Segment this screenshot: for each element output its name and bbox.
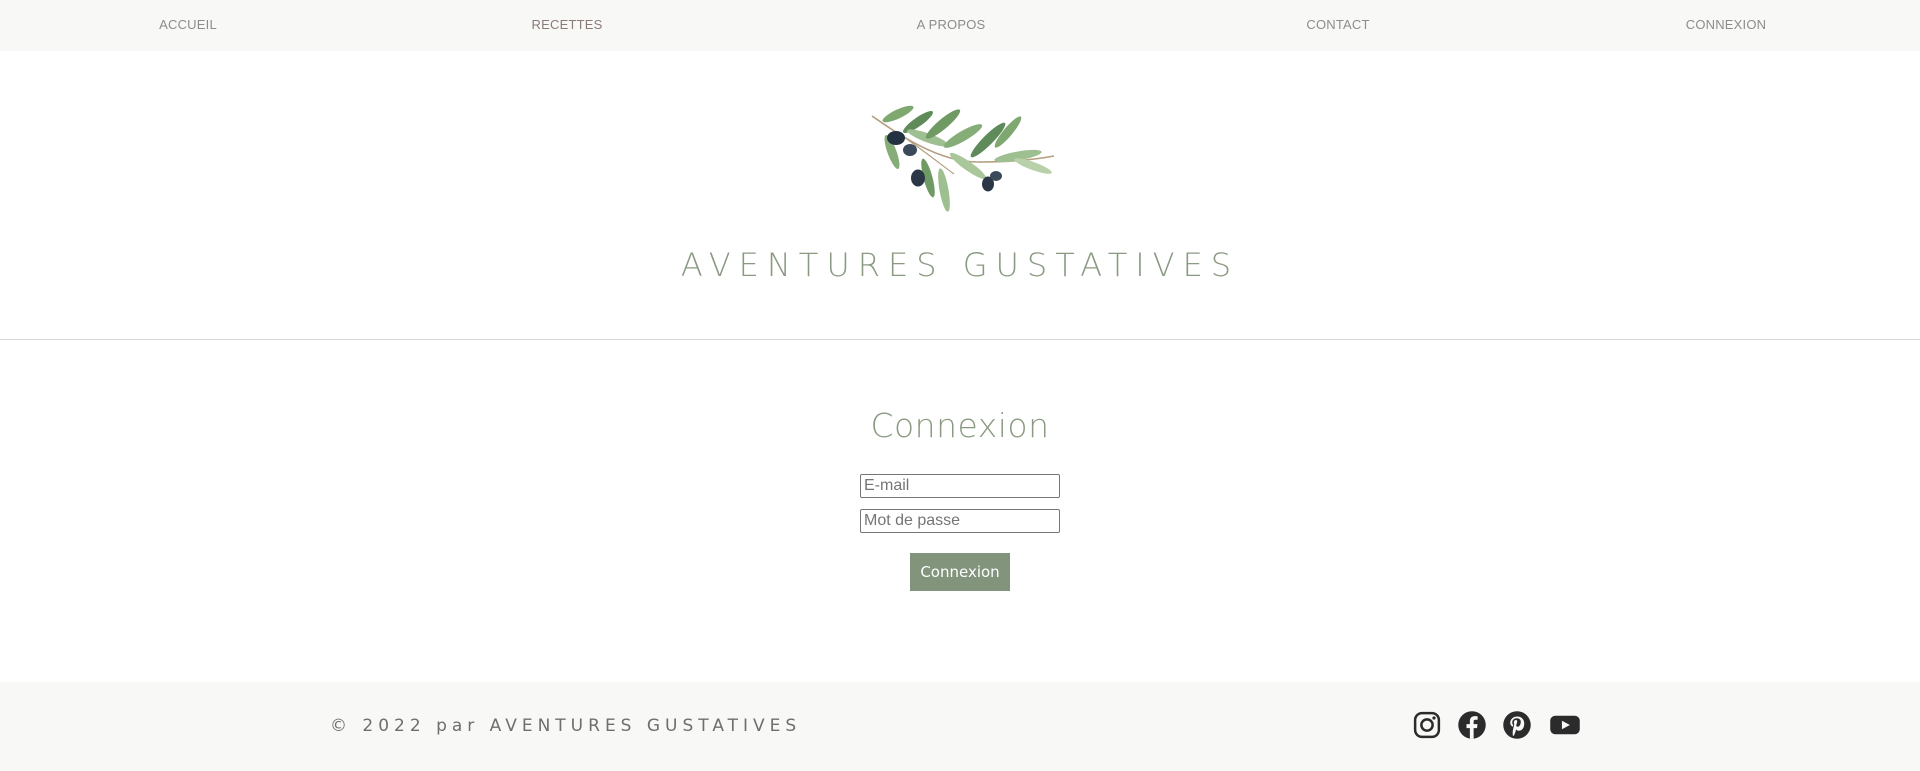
password-field[interactable] <box>860 509 1060 533</box>
top-navigation: ACCUEIL RECETTES A PROPOS CONTACT CONNEX… <box>0 0 1920 51</box>
email-field[interactable] <box>860 474 1060 498</box>
site-brand-title[interactable]: AVENTURES GUSTATIVES <box>0 246 1920 284</box>
footer-copyright: © 2022 par AVENTURES GUSTATIVES <box>330 716 802 736</box>
youtube-icon[interactable] <box>1549 710 1581 740</box>
nav-link-contact[interactable]: CONTACT <box>1306 17 1369 32</box>
instagram-icon[interactable] <box>1412 710 1442 740</box>
facebook-icon[interactable] <box>1457 710 1487 740</box>
nav-link-recettes[interactable]: RECETTES <box>532 17 603 32</box>
nav-link-accueil[interactable]: ACCUEIL <box>159 17 217 32</box>
footer: © 2022 par AVENTURES GUSTATIVES <box>0 682 1920 771</box>
nav-link-a-propos[interactable]: A PROPOS <box>917 17 986 32</box>
nav-link-connexion[interactable]: CONNEXION <box>1686 17 1767 32</box>
olive-branch-icon <box>868 104 1056 214</box>
header-divider <box>0 339 1920 340</box>
page-title: Connexion <box>870 406 1050 445</box>
pinterest-icon[interactable] <box>1502 710 1532 740</box>
login-submit-button[interactable]: Connexion <box>910 553 1010 591</box>
